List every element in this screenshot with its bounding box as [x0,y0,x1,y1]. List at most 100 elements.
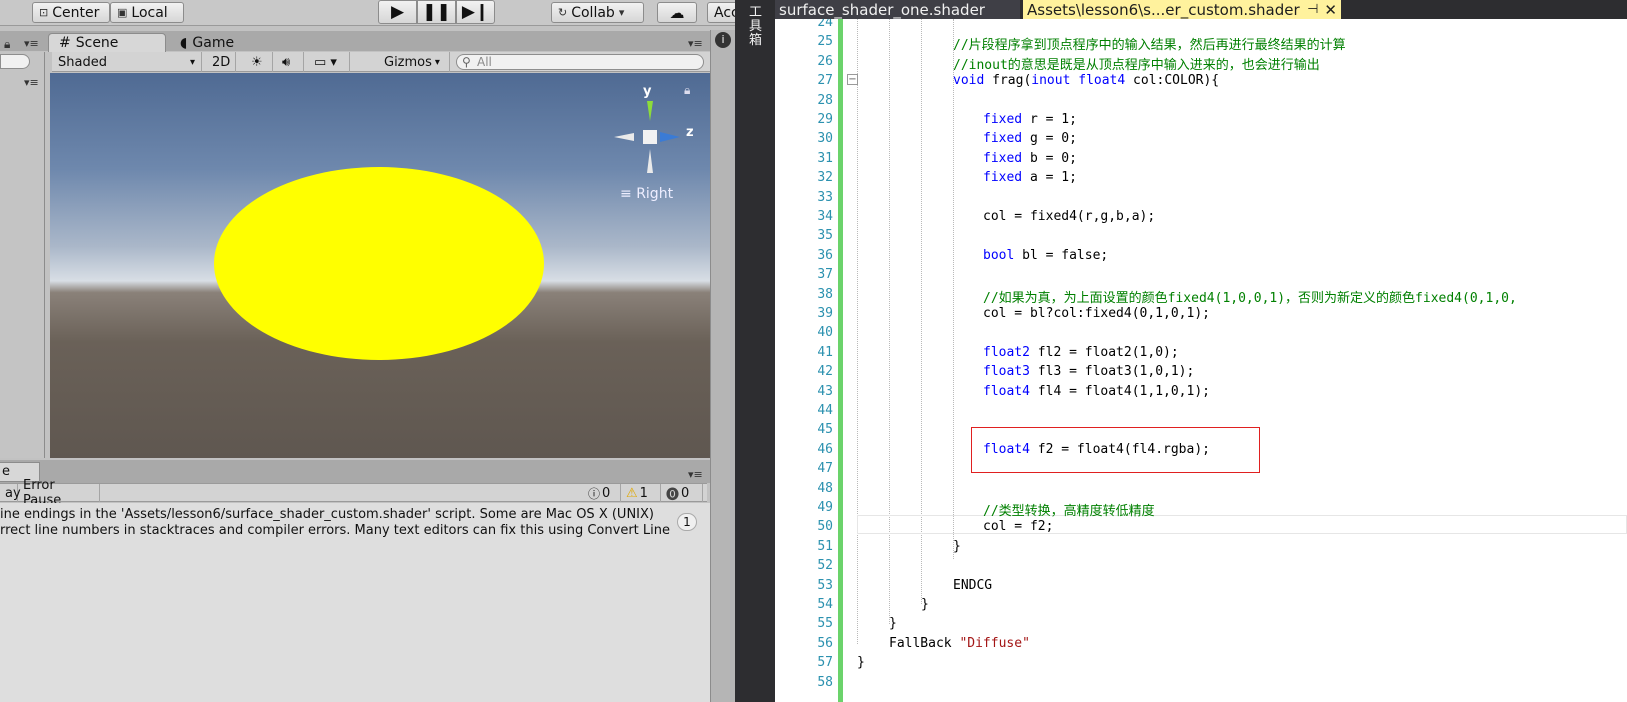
info-filter-toggle[interactable]: ⓘ 0 [583,484,621,502]
line-number: 52 [817,558,833,574]
pacman-icon: ◖ [180,34,188,51]
gizmo-x-cone[interactable] [614,133,634,141]
line-number: 26 [817,53,833,69]
pause-button[interactable]: ❚❚ [417,0,456,24]
fold-toggle[interactable]: − [847,74,858,85]
space-label: Local [131,4,168,21]
code-line[interactable]: bool bl = false; [983,248,1108,263]
gizmo-y-label: y [643,84,652,99]
hierarchy-panel: ▾≡ [0,52,45,458]
scene-menu-icon[interactable]: ▾≡ [688,37,703,50]
pin-icon[interactable]: ⊣ [1307,2,1318,17]
gizmo-down-cone[interactable] [647,149,653,173]
tab-scene[interactable]: # Scene [48,33,166,52]
cloud-button[interactable]: ☁ [657,2,697,23]
gizmo-z-cone[interactable] [660,132,680,142]
view-orientation-text: Right [636,186,674,202]
log-entry[interactable]: ine endings in the 'Assets/lesson6/surfa… [0,507,705,539]
code-line[interactable]: ENDCG [953,578,992,593]
error-filter-toggle[interactable]: ⓿ 0 [661,484,703,503]
line-number: 55 [817,616,833,632]
step-button[interactable]: ▶❙ [456,0,495,24]
code-line[interactable]: } [889,616,897,631]
code-line[interactable]: fixed a = 1; [983,170,1077,185]
gizmo-y-cone[interactable] [647,101,653,121]
code-line[interactable]: float2 fl2 = float2(1,0); [983,345,1179,360]
account-button[interactable]: Acc [707,2,735,23]
code-line[interactable]: float4 fl4 = float4(1,1,0,1); [983,384,1210,399]
hierarchy-menu-icon[interactable]: ▾≡ [24,76,39,89]
code-line[interactable]: fixed g = 0; [983,131,1077,146]
error-pause-toggle[interactable]: Error Pause [18,478,100,508]
line-number: 41 [817,344,833,360]
line-number: 44 [817,403,833,418]
info-icon[interactable]: i [715,32,731,48]
view-orientation-label[interactable]: ≡ Right [620,186,673,202]
scene-search-input[interactable]: ⚲ All [456,54,704,70]
line-number: 46 [817,441,833,457]
viewport-lock-icon[interactable]: 🔒︎ [684,83,690,98]
audio-toggle[interactable]: 🔊︎ [276,52,304,72]
hierarchy-search[interactable] [0,54,30,69]
code-line[interactable]: //片段程序拿到顶点程序中的输入结果，然后再进行最终结果的计算 [953,34,1346,53]
gizmo-center-cube[interactable] [643,130,657,144]
lock-icon[interactable]: 🔒︎ [4,37,10,52]
line-number: 28 [817,92,833,108]
close-icon[interactable]: ✕ [1324,1,1337,19]
code-line[interactable]: //如果为真，为上面设置的颜色fixed4(1,0,0,1)，否则为新定义的颜色… [983,287,1517,306]
shading-mode-dropdown[interactable]: Shaded ▾ [52,52,202,72]
lighting-toggle[interactable]: ☀ [245,52,273,72]
code-line[interactable]: //类型转换，高精度转低精度 [983,500,1155,519]
toolbox-sidebar: 工具箱 [735,0,775,702]
code-line[interactable]: void frag(inout float4 col:COLOR){ [953,73,1219,88]
yellow-sphere-object[interactable] [214,167,544,360]
code-line[interactable]: } [921,597,929,612]
code-line[interactable]: fixed b = 0; [983,151,1077,166]
line-number: 47 [817,461,833,477]
log-message-line-1: ine endings in the 'Assets/lesson6/surfa… [0,507,654,522]
tab-surface-shader-one[interactable]: surface_shader_one.shader [775,0,1020,19]
code-editor[interactable]: − 24 25 //片段程序拿到顶点程序中的输入结果，然后再进行最终结果的计算 26 /… [775,19,1627,702]
code-line[interactable]: } [953,539,961,554]
menu-icon[interactable]: ▾≡ [24,37,39,50]
warning-filter-toggle[interactable]: ⚠ 1 [621,484,661,502]
code-line[interactable]: FallBack "Diffuse" [889,636,1030,651]
collab-button[interactable]: ↻ Collab ▾ [551,2,644,23]
code-line[interactable]: fixed r = 1; [983,112,1077,127]
space-local-button[interactable]: ▣ Local [110,2,184,23]
chevron-down-icon: ▾ [618,6,625,19]
tab-game-label: Game [192,34,235,51]
code-line[interactable]: } [857,655,865,670]
code-line[interactable]: float3 fl3 = float3(1,0,1); [983,364,1194,379]
code-line[interactable]: col = bl?col:fixed4(0,1,0,1); [983,306,1210,321]
gizmos-dropdown[interactable]: Gizmos ▾ [378,52,450,72]
code-line[interactable]: //inout的意思是既是从顶点程序中输入进来的，也会进行输出 [953,54,1320,73]
tab-game[interactable]: ◖ Game [170,33,244,52]
console-toolbar: ay Error Pause ⓘ 0 ⚠ 1 ⓿ 0 [0,478,707,508]
pivot-icon: ⊡ [39,6,49,19]
code-line[interactable]: col = f2; [983,519,1053,534]
console-menu-icon[interactable]: ▾≡ [688,468,703,481]
tab-console-label: e [2,464,10,479]
play-button[interactable]: ▶ [378,0,417,24]
chevron-down-icon: ▾ [189,56,195,68]
window-divider[interactable]: i [710,30,735,702]
line-number: 34 [817,209,833,224]
change-tracking-margin [838,19,843,702]
sun-icon: ☀ [251,54,263,70]
collab-label: Collab [571,4,615,21]
clear-on-play-toggle[interactable]: ay [0,484,21,502]
line-number: 42 [817,364,833,380]
line-number: 45 [817,422,833,438]
mode-2d-toggle[interactable]: 2D [206,52,236,72]
tab-surface-shader-custom[interactable]: Assets\lesson6\s...er_custom.shader ⊣ ✕ [1023,0,1341,19]
effects-dropdown[interactable]: ▭ ▾ [308,52,350,72]
line-number: 40 [817,325,833,341]
line-number: 38 [817,286,833,302]
code-line[interactable]: float4 f2 = float4(fl4.rgba); [983,442,1210,457]
pivot-center-button[interactable]: ⊡ Center [32,2,110,23]
current-line-highlight [857,515,1627,534]
scene-viewport[interactable]: y z 🔒︎ ≡ Right [50,73,710,458]
code-line[interactable]: col = fixed4(r,g,b,a); [983,209,1155,224]
toolbox-label[interactable]: 工具箱 [749,6,763,48]
